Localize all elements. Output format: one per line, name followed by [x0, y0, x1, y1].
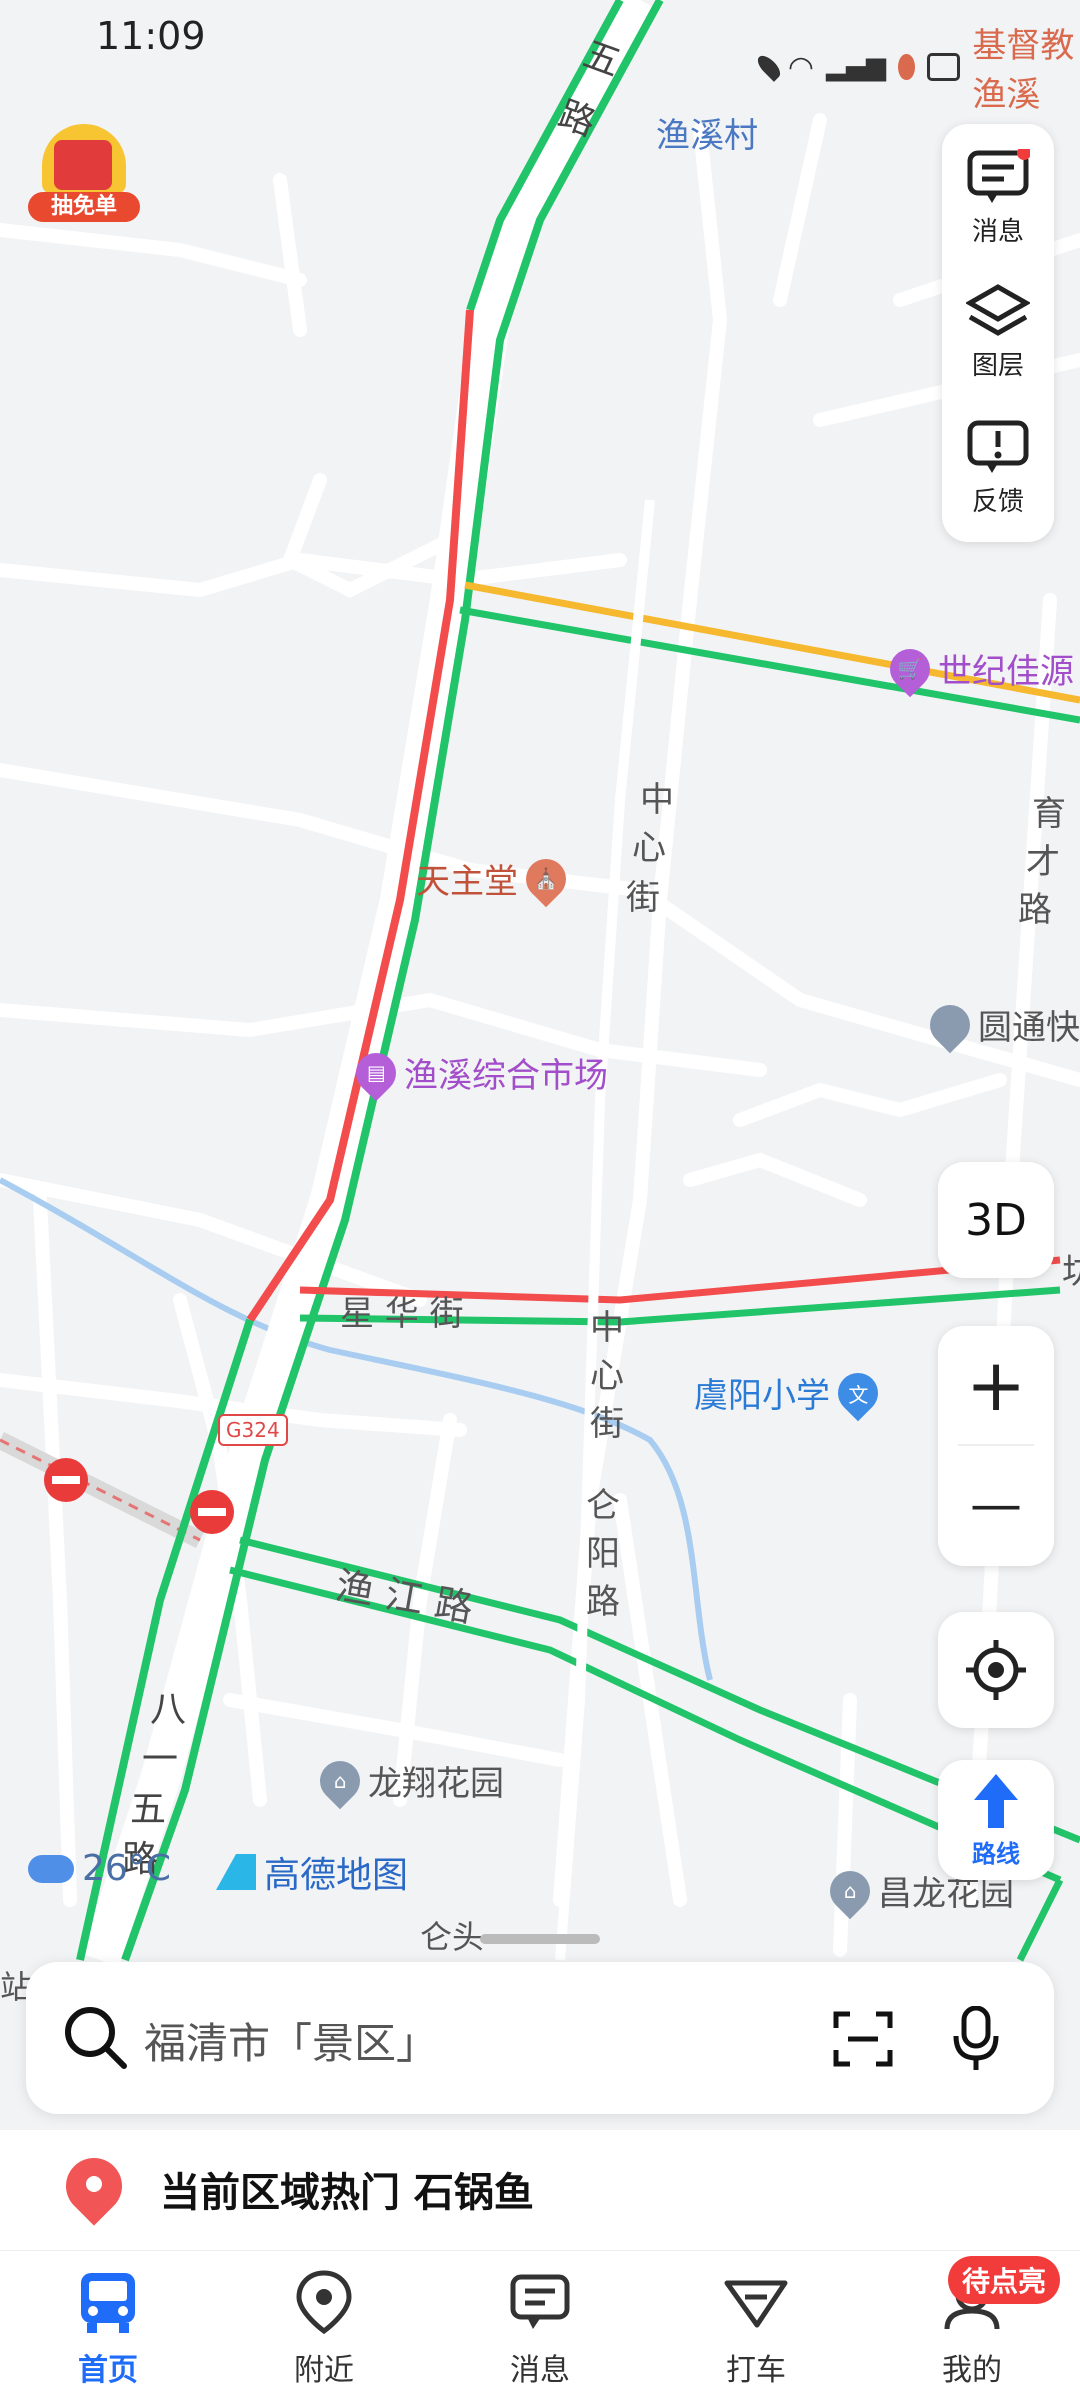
poi-church[interactable]: 天主堂 ⛪ — [416, 850, 575, 907]
poi-yuantong[interactable]: 圆通快 — [921, 996, 1080, 1053]
sheet-drag-handle[interactable] — [480, 1934, 600, 1944]
road-label: 心 — [632, 828, 666, 868]
road-label: 街 — [590, 1404, 624, 1444]
amap-logo: 高德地图 — [216, 1846, 408, 1898]
road-label: 路 — [1018, 890, 1052, 930]
scan-icon[interactable] — [832, 2010, 894, 2068]
message-icon — [510, 2274, 570, 2329]
road-label: 中 — [640, 780, 674, 820]
market-icon: ▤ — [347, 1044, 405, 1101]
road-label: 一 — [142, 1739, 179, 1780]
location-pin-icon — [921, 996, 979, 1053]
wifi-icon: ◠ — [787, 49, 815, 85]
search-input[interactable]: 福清市「景区」 — [144, 2010, 438, 2071]
residential-icon: ⌂ — [311, 1752, 369, 1809]
poi-school[interactable]: 虞阳小学 文 — [694, 1364, 887, 1421]
cloud-icon — [28, 1854, 74, 1883]
feedback-button[interactable]: 反馈 — [943, 408, 1053, 528]
bottom-tab-bar: 首页 附近 消息 打车 我的 — [0, 2250, 1080, 2401]
road-label: 中 — [590, 1308, 624, 1348]
school-icon: 文 — [829, 1364, 887, 1421]
tab-taxi[interactable]: 打车 — [686, 2269, 826, 2389]
zoom-controls: + — — [938, 1326, 1054, 1566]
plus-icon: + — [965, 1343, 1027, 1427]
status-bar: 11:09 ◠ ▂▄▆ 基督教渔溪 — [0, 0, 1080, 115]
taxi-icon — [724, 2280, 788, 2328]
message-icon — [967, 148, 1030, 203]
minus-icon: — — [970, 1475, 1022, 1535]
feedback-icon — [967, 420, 1029, 473]
no-entry-icon — [190, 1490, 234, 1534]
status-notification-text: 基督教渔溪 — [972, 26, 1075, 115]
messages-button[interactable]: 消息 — [943, 138, 1053, 258]
poi-yuxi-village[interactable]: 渔溪村 — [656, 108, 758, 157]
poi-century[interactable]: 🛒 世纪佳源 — [881, 640, 1074, 697]
church-icon: ⛪ — [517, 850, 575, 907]
highway-shield: G324 — [218, 1414, 288, 1446]
no-entry-icon — [44, 1458, 88, 1502]
zoom-in-button[interactable]: + — [938, 1326, 1054, 1444]
search-bar[interactable]: 福清市「景区」 — [26, 1962, 1054, 2114]
road-label: 育 — [1032, 794, 1066, 834]
shopping-cart-icon: 🛒 — [881, 640, 939, 697]
notification-pin-icon — [898, 54, 915, 80]
view-3d-button[interactable]: 3D — [938, 1162, 1054, 1278]
route-button[interactable]: 路线 — [938, 1760, 1054, 1880]
hot-recommendation[interactable]: 当前区域热门 石锅鱼 — [0, 2130, 1080, 2250]
poi-market[interactable]: ▤ 渔溪综合市场 — [347, 1044, 608, 1101]
road-label-xinghua: 星 华 街 — [340, 1294, 464, 1334]
red-packet-body-icon — [54, 140, 112, 190]
amap-logo-icon — [216, 1854, 256, 1890]
road-label: 心 — [590, 1356, 624, 1396]
promo-red-packet[interactable]: 抽免单 — [28, 118, 140, 222]
layers-button[interactable]: 图层 — [943, 272, 1053, 392]
poi-longxiang[interactable]: ⌂ 龙翔花园 — [311, 1752, 504, 1809]
zoom-out-button[interactable]: — — [938, 1446, 1054, 1564]
bus-icon — [81, 2273, 135, 2333]
status-time: 11:09 — [96, 14, 206, 58]
road-label: 街 — [626, 878, 660, 918]
location-icon — [754, 52, 784, 82]
road-label: 仑头 — [420, 1918, 485, 1956]
promo-label: 抽免单 — [28, 192, 140, 222]
route-arrow-icon — [974, 1773, 1018, 1828]
road-label: 坊 — [1062, 1252, 1080, 1292]
road-label: 才 — [1026, 842, 1060, 882]
layers-icon — [966, 283, 1030, 336]
location-pin-icon — [296, 2270, 352, 2335]
battery-icon — [926, 53, 961, 81]
search-icon — [65, 2007, 127, 2069]
road-label: 五 — [130, 1789, 167, 1830]
profile-badge: 待点亮 — [948, 2256, 1061, 2304]
residential-icon: ⌂ — [821, 1862, 879, 1919]
red-pin-dot — [86, 2176, 102, 2192]
map-tools-panel: 消息 图层 反馈 — [942, 124, 1054, 542]
tab-home[interactable]: 首页 — [38, 2269, 178, 2389]
tab-messages[interactable]: 消息 — [470, 2269, 610, 2389]
microphone-icon[interactable] — [952, 2006, 1000, 2072]
road-label: 八 — [150, 1689, 187, 1730]
signal-icon: ▂▄▆ — [826, 52, 887, 82]
road-label: 仑 — [586, 1486, 620, 1526]
tab-nearby[interactable]: 附近 — [254, 2269, 394, 2389]
road-label: 阳 — [586, 1534, 620, 1574]
road-label: 路 — [586, 1582, 620, 1622]
weather-widget[interactable]: 26°C — [28, 1848, 171, 1889]
locate-button[interactable] — [938, 1612, 1054, 1728]
target-icon — [966, 1640, 1026, 1700]
